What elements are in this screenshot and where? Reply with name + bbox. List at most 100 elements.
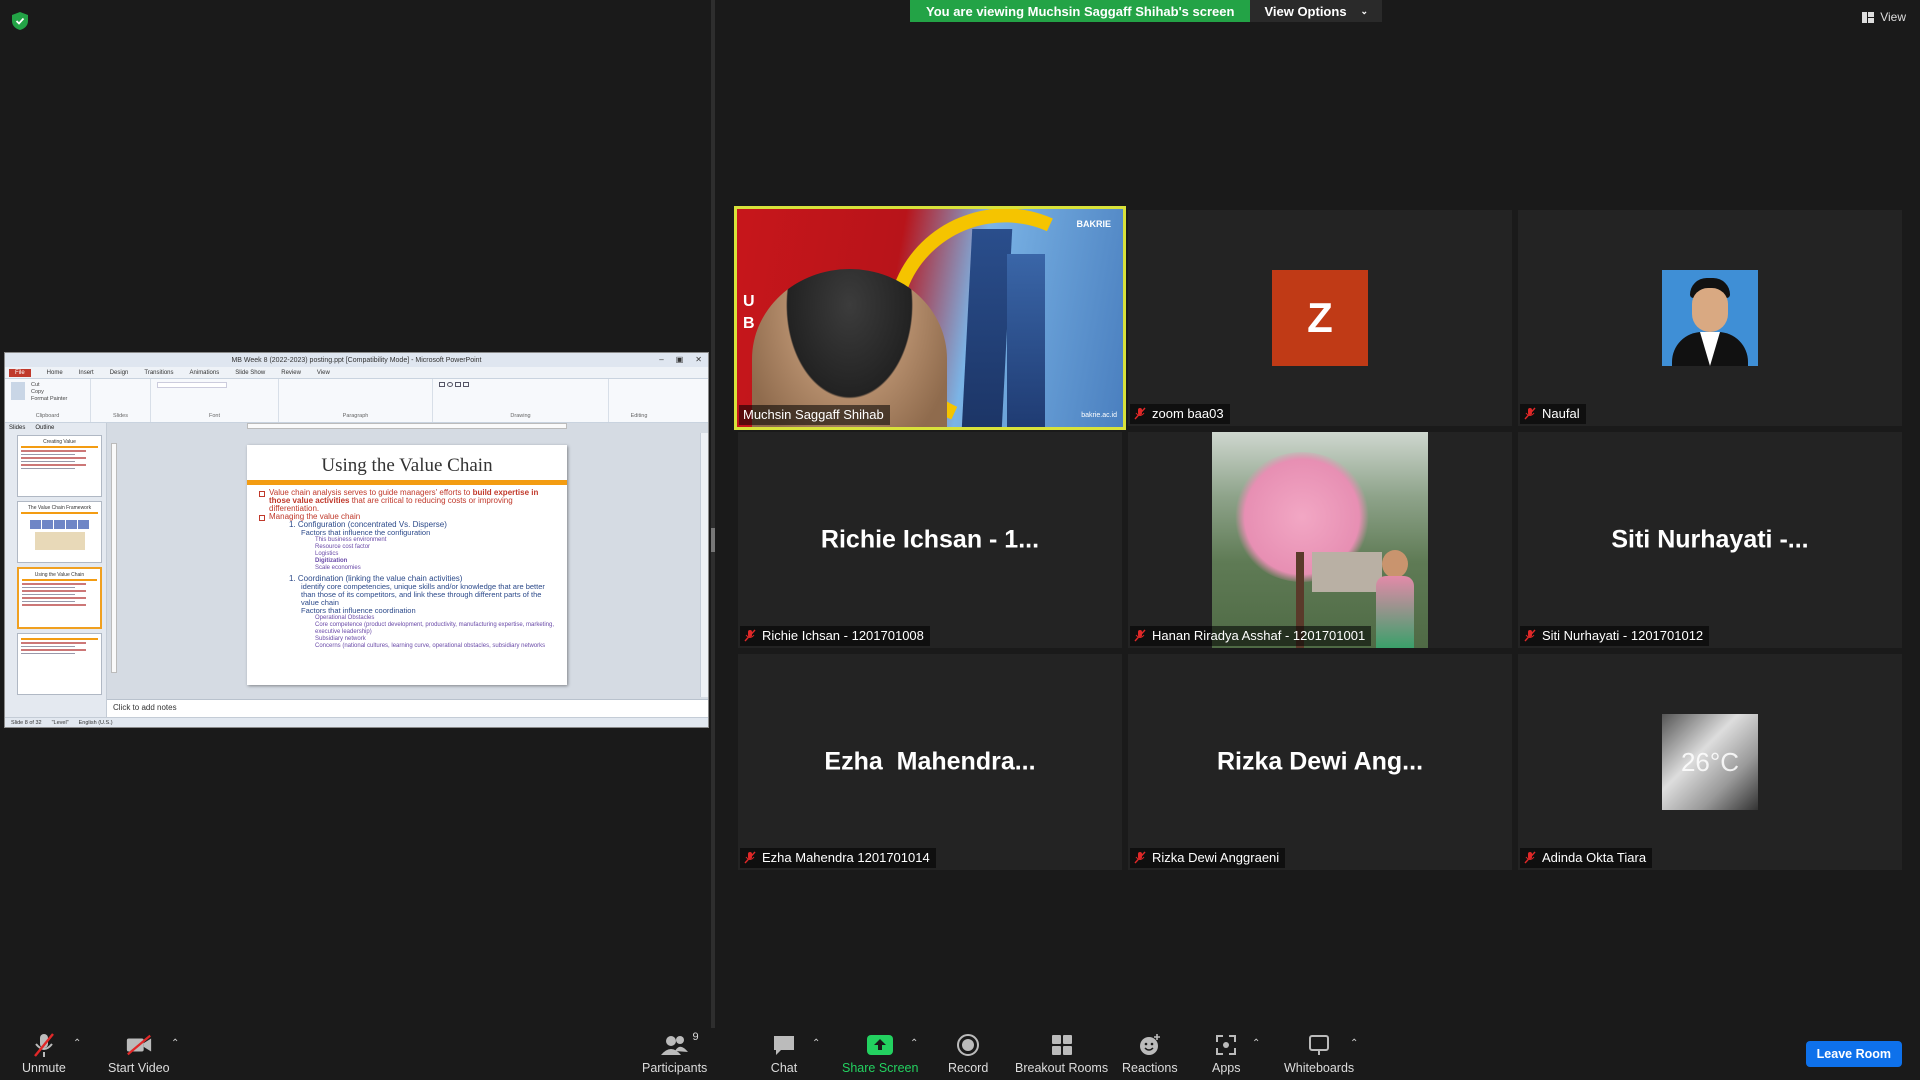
- participant-name: Naufal: [1542, 406, 1580, 421]
- font-name-box: [157, 382, 227, 388]
- unmute-label: Unmute: [22, 1061, 66, 1075]
- ribbon-group-editing: Editing: [609, 379, 669, 422]
- whiteboards-options-caret-icon[interactable]: ⌃: [1350, 1038, 1358, 1049]
- encryption-shield-icon[interactable]: [12, 12, 28, 30]
- breakout-rooms-label: Breakout Rooms: [1015, 1061, 1109, 1075]
- close-icon: ✕: [695, 355, 702, 364]
- breakout-rooms-button[interactable]: Breakout Rooms: [1015, 1033, 1108, 1075]
- participant-name: Hanan Riradya Asshaf - 1201701001: [1152, 628, 1366, 643]
- chat-label: Chat: [770, 1061, 798, 1075]
- participant-tile[interactable]: Z zoom baa03: [1128, 210, 1512, 426]
- leave-room-button[interactable]: Leave Room: [1805, 1041, 1902, 1067]
- reactions-icon: [1139, 1034, 1160, 1055]
- participant-tile[interactable]: 26°C Adinda Okta Tiara: [1518, 654, 1902, 870]
- ppt-tab: Design: [109, 369, 129, 376]
- slide-thumbnail: Creating Value: [17, 435, 102, 497]
- copy-label: Copy: [31, 389, 44, 395]
- status-language: English (U.S.): [78, 719, 113, 726]
- group-name: Editing: [630, 413, 648, 419]
- format-painter-label: Format Painter: [31, 396, 68, 402]
- share-screen-label: Share Screen: [842, 1061, 919, 1075]
- participant-name-tag: Siti Nurhayati - 1201701012: [1520, 626, 1710, 646]
- avatar-letter: Z: [1272, 270, 1368, 366]
- pane-tabs: Slides Outline: [9, 425, 102, 431]
- ppt-window-title: MB Week 8 (2022-2023) posting.ppt [Compa…: [231, 356, 482, 364]
- share-screen-button[interactable]: Share Screen: [842, 1033, 918, 1075]
- view-layout-button[interactable]: View: [1862, 10, 1906, 24]
- grid-view-icon: [1862, 11, 1875, 23]
- bullet: Operational Obstacles: [315, 615, 375, 621]
- mic-muted-icon: [1524, 407, 1536, 420]
- group-name: Clipboard: [35, 413, 60, 419]
- bullet: Managing the value chain: [259, 513, 555, 521]
- participant-name-tag: Adinda Okta Tiara: [1520, 848, 1653, 868]
- participant-name-tag: Ezha Mahendra 1201701014: [740, 848, 936, 868]
- participant-tile[interactable]: Siti Nurhayati -... Siti Nurhayati - 120…: [1518, 432, 1902, 648]
- viewing-banner: You are viewing Muchsin Saggaff Shihab's…: [910, 0, 1383, 22]
- participant-tile[interactable]: Hanan Riradya Asshaf - 1201701001: [1128, 432, 1512, 648]
- whiteboard-icon: [1309, 1035, 1330, 1055]
- bullet: This business environment: [315, 537, 387, 543]
- mic-muted-icon: [1134, 851, 1146, 864]
- ppt-tab: Review: [281, 369, 301, 376]
- participant-name-tag: Rizka Dewi Anggraeni: [1130, 848, 1286, 868]
- notes-pane: Click to add notes: [107, 699, 708, 717]
- bullet: Core competence (product development, pr…: [315, 622, 555, 635]
- apps-button[interactable]: Apps: [1212, 1033, 1241, 1075]
- whiteboards-button[interactable]: Whiteboards: [1284, 1033, 1354, 1075]
- participant-name: zoom baa03: [1152, 406, 1224, 421]
- breakout-rooms-icon: [1051, 1035, 1072, 1055]
- video-options-caret-icon[interactable]: ⌃: [171, 1038, 179, 1049]
- participant-display-name: Rizka Dewi Ang...: [1216, 747, 1424, 776]
- chat-options-caret-icon[interactable]: ⌃: [812, 1038, 820, 1049]
- participant-tile[interactable]: Richie Ichsan - 1... Richie Ichsan - 120…: [738, 432, 1122, 648]
- unmute-button[interactable]: Unmute: [22, 1033, 66, 1075]
- apps-options-caret-icon[interactable]: ⌃: [1252, 1038, 1260, 1049]
- status-slide-count: Slide 8 of 32: [11, 719, 42, 726]
- participant-tile[interactable]: Ezha Mahendra... Ezha Mahendra 120170101…: [738, 654, 1122, 870]
- participant-name: Adinda Okta Tiara: [1542, 850, 1647, 865]
- split-divider[interactable]: [711, 0, 715, 1028]
- start-video-button[interactable]: Start Video: [108, 1033, 170, 1075]
- view-options-button[interactable]: View Options ⌄: [1250, 0, 1383, 22]
- group-name: Paragraph: [342, 413, 369, 419]
- participants-button[interactable]: 9 Participants: [642, 1031, 707, 1075]
- mic-muted-icon: [744, 629, 756, 642]
- divider-drag-handle[interactable]: [711, 528, 715, 552]
- apps-label: Apps: [1212, 1061, 1241, 1075]
- ppt-tab: Slide Show: [235, 369, 266, 376]
- chat-button[interactable]: Chat: [770, 1033, 798, 1075]
- audio-options-caret-icon[interactable]: ⌃: [73, 1038, 81, 1049]
- ppt-ribbon: Cut Copy Format Painter Clipboard Slides…: [5, 379, 708, 423]
- speaker-video: U B BAKRIE bakrie.ac.id: [737, 209, 1123, 427]
- mic-muted-icon: [1134, 407, 1146, 420]
- meeting-toolbar: Unmute ⌃ Start Video ⌃ 9 Participants Ch…: [0, 1028, 1920, 1080]
- slide-scrollbar: [700, 433, 708, 697]
- clipboard-items: Cut Copy Format Painter: [11, 382, 84, 402]
- participant-tile[interactable]: Naufal: [1518, 210, 1902, 426]
- record-button[interactable]: Record: [948, 1033, 988, 1075]
- chevron-down-icon: ⌄: [1360, 5, 1369, 16]
- participant-name: Richie Ichsan - 1201701008: [762, 628, 924, 643]
- mic-muted-icon: [744, 851, 756, 864]
- share-options-caret-icon[interactable]: ⌃: [910, 1038, 918, 1049]
- status-theme: "Level": [51, 719, 69, 726]
- reactions-button[interactable]: Reactions: [1122, 1033, 1178, 1075]
- ppt-status-bar: Slide 8 of 32 "Level" English (U.S.): [5, 717, 708, 727]
- participant-name-tag: Hanan Riradya Asshaf - 1201701001: [1130, 626, 1372, 646]
- viewing-banner-text: You are viewing Muchsin Saggaff Shihab's…: [910, 0, 1251, 22]
- thumb-title: Creating Value: [21, 439, 98, 448]
- view-label: View: [1880, 10, 1906, 24]
- participant-tile-active-speaker[interactable]: U B BAKRIE bakrie.ac.id Muchsin Saggaff …: [734, 206, 1126, 430]
- slide-thumbnail: The Value Chain Framework: [17, 501, 102, 563]
- ppt-window-controls: – ▣ ✕: [659, 355, 702, 364]
- bullet: Concerns (national cultures, learning cu…: [315, 643, 546, 649]
- slide-bullets: Value chain analysis serves to guide man…: [247, 485, 567, 654]
- thumb-title: Using the Value Chain: [22, 572, 97, 581]
- participants-icon: [660, 1036, 688, 1055]
- slide-thumbnail-selected: Using the Value Chain: [17, 567, 102, 629]
- group-name: Slides: [113, 413, 128, 419]
- participant-name-tag: Muchsin Saggaff Shihab: [739, 405, 890, 425]
- minimize-icon: –: [659, 355, 664, 364]
- participant-tile[interactable]: Rizka Dewi Ang... Rizka Dewi Anggraeni: [1128, 654, 1512, 870]
